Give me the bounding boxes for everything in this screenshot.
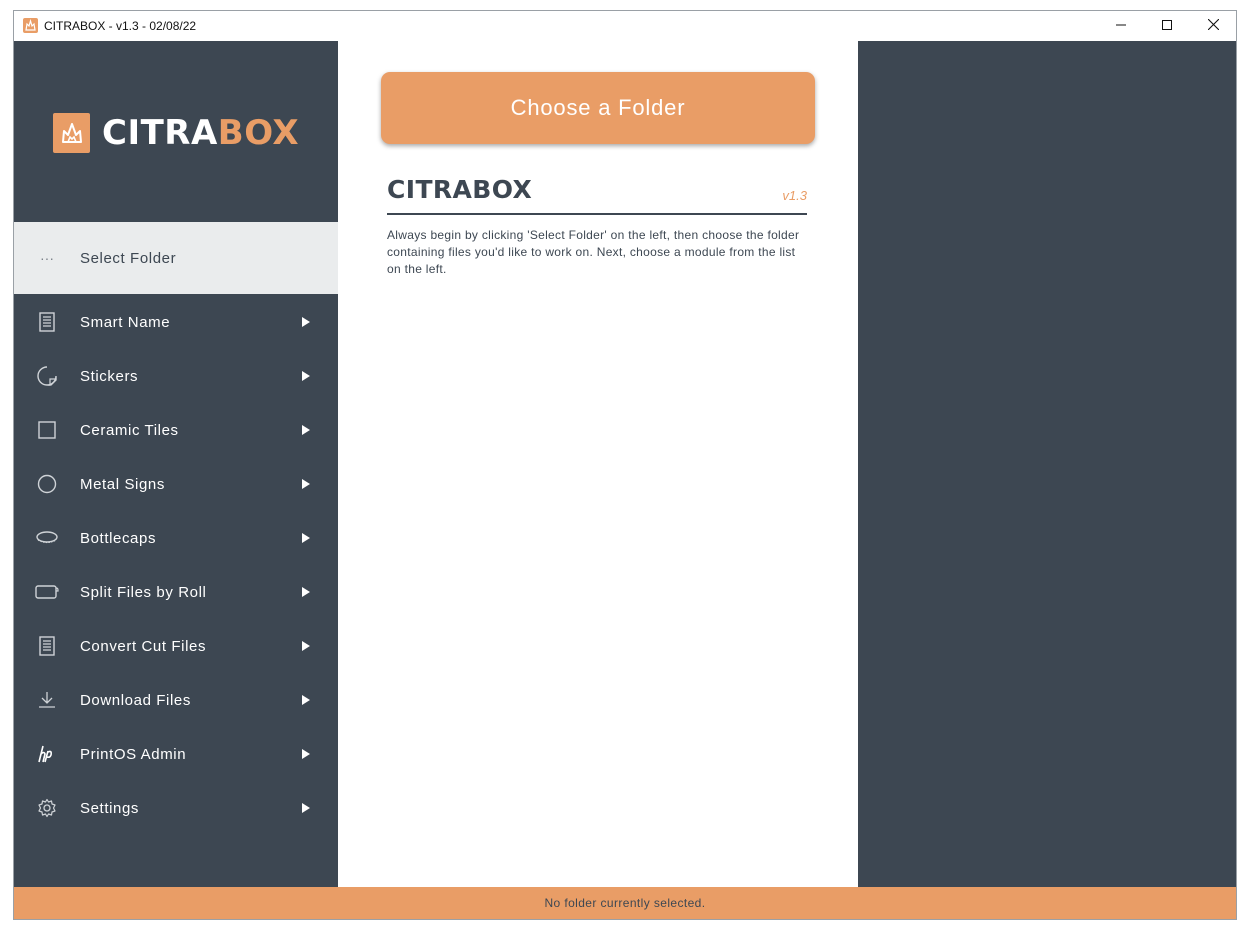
chevron-right-icon [302, 587, 310, 597]
sidebar-item-printos-admin[interactable]: PrintOS Admin [14, 727, 338, 781]
minimize-button[interactable] [1098, 11, 1144, 41]
chevron-right-icon [302, 479, 310, 489]
sidebar-item-ceramic-tiles[interactable]: Ceramic Tiles [14, 403, 338, 457]
sidebar-item-smart-name[interactable]: Smart Name [14, 295, 338, 349]
sidebar-item-label: Convert Cut Files [80, 637, 207, 655]
chevron-right-icon [302, 641, 310, 651]
citrabox-logo: CITRABOX [53, 113, 299, 153]
window-title: CITRABOX - v1.3 - 02/08/22 [44, 19, 197, 33]
hp-logo-icon [14, 745, 80, 763]
select-folder-button[interactable]: ··· Select Folder [14, 222, 338, 294]
sidebar-item-stickers[interactable]: Stickers [14, 349, 338, 403]
module-heading: CITRABOX v1.3 [387, 175, 807, 215]
flame-logo-icon [53, 113, 90, 153]
sidebar-item-label: Bottlecaps [80, 529, 157, 547]
document-icon [14, 312, 80, 332]
main-panel: Choose a Folder CITRABOX v1.3 Always beg… [338, 41, 858, 887]
status-bar: No folder currently selected. [14, 887, 1236, 919]
sidebar-item-metal-signs[interactable]: Metal Signs [14, 457, 338, 511]
sidebar-item-label: Metal Signs [80, 475, 165, 493]
sticker-icon [14, 366, 80, 386]
sidebar-item-download-files[interactable]: Download Files [14, 673, 338, 727]
sidebar-item-bottlecaps[interactable]: Bottlecaps [14, 511, 338, 565]
module-nav: Smart Name Stickers Ceramic Tiles Metal … [14, 295, 338, 835]
download-icon [14, 691, 80, 709]
minimize-icon [1116, 17, 1126, 35]
ellipsis-icon: ··· [40, 250, 54, 266]
sidebar-item-split-files-by-roll[interactable]: Split Files by Roll [14, 565, 338, 619]
sidebar-item-label: Split Files by Roll [80, 583, 207, 601]
choose-folder-button[interactable]: Choose a Folder [381, 72, 815, 144]
close-icon [1207, 17, 1219, 35]
sidebar-item-settings[interactable]: Settings [14, 781, 338, 835]
title-bar[interactable]: CITRABOX - v1.3 - 02/08/22 [14, 11, 1236, 41]
chevron-right-icon [302, 425, 310, 435]
sidebar-item-label: Smart Name [80, 313, 171, 331]
chevron-right-icon [302, 317, 310, 327]
page-title: CITRABOX [387, 175, 533, 204]
status-text: No folder currently selected. [544, 896, 706, 910]
chevron-right-icon [302, 533, 310, 543]
sidebar-item-label: Download Files [80, 691, 191, 709]
gear-icon [14, 798, 80, 818]
maximize-icon [1162, 17, 1172, 35]
chevron-right-icon [302, 749, 310, 759]
sidebar-item-label: Stickers [80, 367, 139, 385]
app-window: CITRABOX - v1.3 - 02/08/22 CITRABOX ··· … [13, 10, 1237, 920]
tile-square-icon [14, 421, 80, 439]
version-label: v1.3 [782, 188, 807, 203]
close-button[interactable] [1190, 11, 1236, 41]
sidebar-item-label: PrintOS Admin [80, 745, 187, 763]
sidebar-item-label: Ceramic Tiles [80, 421, 179, 439]
select-folder-label: Select Folder [80, 249, 177, 267]
sidebar-item-convert-cut-files[interactable]: Convert Cut Files [14, 619, 338, 673]
maximize-button[interactable] [1144, 11, 1190, 41]
chevron-right-icon [302, 803, 310, 813]
chevron-right-icon [302, 695, 310, 705]
sidebar: CITRABOX ··· Select Folder Smart Name St… [14, 41, 338, 887]
app-icon [23, 18, 38, 33]
instructions-text: Always begin by clicking 'Select Folder'… [387, 228, 800, 276]
document-icon [14, 636, 80, 656]
logo-wordmark: CITRABOX [102, 113, 300, 153]
sidebar-item-label: Settings [80, 799, 139, 817]
chevron-right-icon [302, 371, 310, 381]
bottlecap-icon [14, 531, 80, 545]
roll-icon [14, 585, 80, 599]
circle-icon [14, 474, 80, 494]
right-panel [858, 41, 1236, 887]
